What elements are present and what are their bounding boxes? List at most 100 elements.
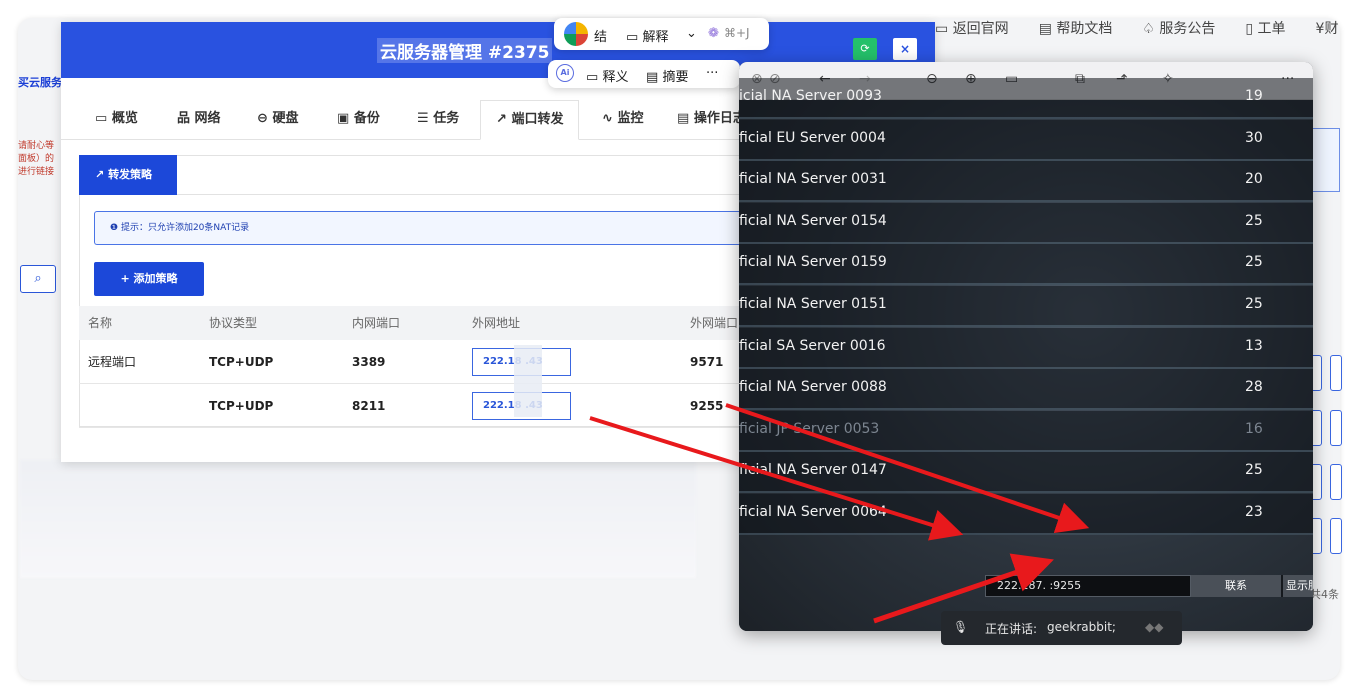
server-name: ficial JP Server 0053 xyxy=(739,420,880,437)
list-icon: ☰ xyxy=(417,111,429,126)
tab-label: 网络 xyxy=(194,111,221,126)
server-players: 16 xyxy=(1245,420,1263,437)
tab-monitor[interactable]: ∿ 监控 xyxy=(602,100,643,140)
server-players: 13 xyxy=(1245,337,1263,354)
more-button[interactable]: ··· xyxy=(706,66,718,81)
tab-label: 监控 xyxy=(617,111,644,126)
server-row[interactable]: ficial SA Server 0016 13 xyxy=(739,327,1313,369)
direct-connect-bar: 222.187. :9255 联系 显示服 xyxy=(985,575,1313,597)
server-row[interactable]: ficial NA Server 0159 25 xyxy=(739,244,1313,286)
info-icon: ❶ xyxy=(110,223,119,233)
server-name: ficial SA Server 0016 xyxy=(739,337,886,354)
speaking-label: 正在讲话: xyxy=(985,622,1038,636)
external-link-icon: ↗ xyxy=(496,112,507,127)
cell-protocol: TCP+UDP xyxy=(209,355,274,369)
tab-label: 端口转发 xyxy=(511,112,564,127)
refresh-button[interactable]: ⟳ xyxy=(853,38,877,60)
speaking-user: geekrabbit; xyxy=(1047,620,1116,634)
server-row[interactable]: ficial NA Server 0147 25 xyxy=(739,452,1313,494)
subtab-label: 转发策略 xyxy=(108,168,153,181)
monitor-icon: ▭ xyxy=(95,111,108,126)
server-name: ficial EU Server 0004 xyxy=(739,129,886,146)
nav-announcements[interactable]: ♤ 服务公告 xyxy=(1142,18,1215,38)
server-name: icial NA Server 0093 xyxy=(739,88,882,104)
nav-billing[interactable]: ¥财 xyxy=(1316,18,1339,38)
network-icon: 品 xyxy=(177,111,191,126)
server-row[interactable]: ficial NA Server 0151 25 xyxy=(739,286,1313,327)
meaning-button[interactable]: ▭ 释义 xyxy=(586,66,628,85)
meaning-label: 释义 xyxy=(602,70,629,85)
tab-backup[interactable]: ▣ 备份 xyxy=(337,100,380,140)
server-row[interactable]: icial NA Server 0093 19 xyxy=(739,78,1313,119)
image-viewer-window: ⊗ ⊘ ← → ⊖ ⊕ ▭ ⧉ ⬏ ✧ ··· icial NA Server … xyxy=(739,62,1313,631)
summary-button[interactable]: 结 xyxy=(594,26,607,45)
abstract-button[interactable]: ▤ 摘要 xyxy=(646,66,688,85)
explain-button[interactable]: ▭ 解释 xyxy=(626,26,668,45)
tab-overview[interactable]: ▭ 概览 xyxy=(95,100,138,140)
server-row[interactable]: ficial EU Server 0004 30 xyxy=(739,119,1313,161)
server-players: 25 xyxy=(1245,254,1263,271)
server-players: 20 xyxy=(1245,171,1263,188)
bg-action-button[interactable] xyxy=(1330,464,1342,500)
server-row[interactable]: ficial NA Server 0031 20 xyxy=(739,161,1313,203)
bg-action-button[interactable] xyxy=(1330,355,1342,391)
tab-label: 任务 xyxy=(433,111,460,126)
refresh-icon: ⟳ xyxy=(860,42,870,55)
bg-action-button[interactable] xyxy=(1330,410,1342,446)
server-row[interactable]: ficial NA Server 0064 23 xyxy=(739,494,1313,535)
server-name: ficial NA Server 0147 xyxy=(739,462,887,479)
add-policy-button[interactable]: + 添加策略 xyxy=(94,262,204,296)
server-row[interactable]: ficial JP Server 0053 16 xyxy=(739,410,1313,452)
bg-notice-text: 请耐心等 面板）的 进行链接 xyxy=(18,140,62,179)
nav-back-official[interactable]: ▭ 返回官网 xyxy=(935,18,1009,38)
modal-title: 云服务器管理 #2375 xyxy=(377,38,553,63)
display-button[interactable]: 显示服 xyxy=(1283,575,1313,597)
col-external-port: 外网端口 xyxy=(690,316,739,330)
col-external-ip: 外网地址 xyxy=(472,316,521,330)
bg-action-button[interactable] xyxy=(1330,518,1342,554)
screen-icon: ▭ xyxy=(586,70,599,85)
app-logo-icon xyxy=(564,22,588,46)
server-players: 25 xyxy=(1245,462,1263,479)
col-protocol: 协议类型 xyxy=(209,316,258,330)
tab-network[interactable]: 品 网络 xyxy=(177,100,221,140)
connect-button[interactable]: 联系 xyxy=(1191,575,1281,597)
chevron-down-icon[interactable]: ⌄ xyxy=(686,26,697,41)
microphone-icon: 🎙 xyxy=(953,620,969,634)
ip-input[interactable]: 222.187. :9255 xyxy=(985,575,1191,597)
redaction-blur xyxy=(514,345,542,417)
server-name: ficial NA Server 0159 xyxy=(739,254,887,271)
tab-tasks[interactable]: ☰ 任务 xyxy=(417,100,459,140)
server-row[interactable]: ficial NA Server 0088 28 xyxy=(739,369,1313,411)
bg-total-count: 共4条 xyxy=(1310,588,1339,601)
col-name: 名称 xyxy=(88,316,113,330)
ai-toolbar: Ai ▭ 释义 ▤ 摘要 ··· xyxy=(548,60,740,88)
disk-icon: ⊖ xyxy=(257,111,268,126)
log-icon: ▤ xyxy=(677,111,690,126)
nav-help-docs[interactable]: ▤ 帮助文档 xyxy=(1039,18,1113,38)
tab-label: 备份 xyxy=(353,111,380,126)
top-nav: ▭ 返回官网 ▤ 帮助文档 ♤ 服务公告 ▯ 工单 ¥财 xyxy=(935,18,1338,38)
cell-internal-port: 8211 xyxy=(352,399,386,413)
nav-tickets[interactable]: ▯ 工单 xyxy=(1245,18,1285,38)
voice-indicator: 🎙 正在讲话: geekrabbit; ◆◆ xyxy=(941,611,1182,645)
bg-buy-cloud-link[interactable]: 买云服务 xyxy=(18,74,62,90)
tab-operation-log[interactable]: ▤ 操作日志 xyxy=(677,100,746,140)
abstract-label: 摘要 xyxy=(662,70,689,85)
search-icon: ⌕ xyxy=(34,271,42,286)
tab-port-forward[interactable]: ↗ 端口转发 xyxy=(480,100,580,140)
subtab-forward-policy[interactable]: ↗ 转发策略 xyxy=(79,155,177,195)
bg-notice-line: 进行链接 xyxy=(18,167,55,177)
server-name: ficial NA Server 0031 xyxy=(739,171,887,188)
server-players: 25 xyxy=(1245,296,1263,312)
hint-text: 提示：只允许添加20条NAT记录 xyxy=(120,223,250,233)
close-icon: × xyxy=(899,42,911,56)
tab-disk[interactable]: ⊖ 硬盘 xyxy=(257,100,298,140)
server-row[interactable]: ficial NA Server 0154 25 xyxy=(739,202,1313,244)
cell-name: 远程端口 xyxy=(88,355,137,369)
ai-icon: Ai xyxy=(556,64,574,82)
close-button[interactable]: × xyxy=(893,38,917,60)
bg-search-button[interactable]: ⌕ xyxy=(20,265,56,293)
server-players: 28 xyxy=(1245,379,1263,396)
cell-external-port: 9571 xyxy=(690,355,724,369)
